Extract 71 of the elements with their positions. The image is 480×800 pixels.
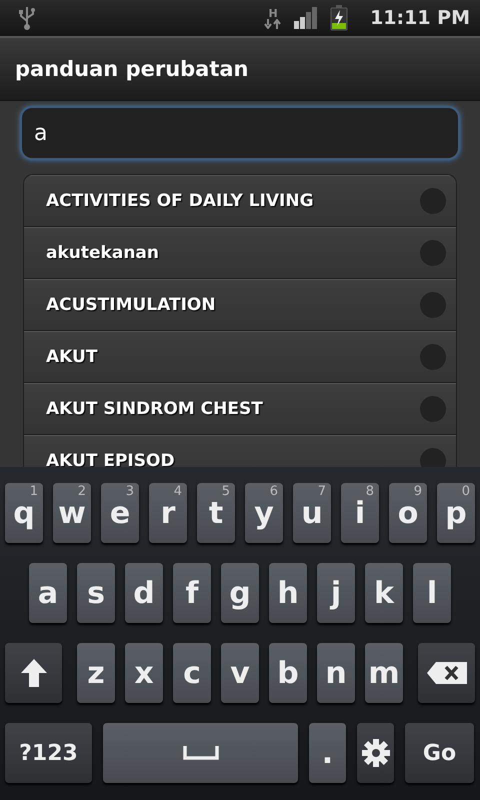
keyboard-key[interactable]: .: [309, 723, 346, 783]
result-label: ACTIVITIES OF DAILY LIVING: [46, 191, 315, 211]
symbols-key[interactable]: ?123: [5, 723, 92, 783]
keyboard-key[interactable]: i 8: [341, 483, 379, 543]
key-hint: 3: [126, 485, 134, 498]
result-label: akutekanan: [46, 243, 160, 263]
key-hint: 6: [270, 485, 278, 498]
space-bar-icon: [182, 746, 218, 760]
key-hint: 0: [462, 485, 470, 498]
app-title: panduan perubatan: [15, 57, 249, 81]
key-hint: 4: [174, 485, 182, 498]
result-label: ACUSTIMULATION: [46, 295, 217, 315]
keyboard-key[interactable]: p 0: [437, 483, 475, 543]
signal-icon: [294, 7, 318, 29]
radio-button[interactable]: [420, 240, 446, 266]
keyboard-key[interactable]: y 6: [245, 483, 283, 543]
result-item[interactable]: AKUT EPISOD: [24, 435, 456, 467]
keyboard-key[interactable]: n: [317, 643, 355, 703]
keyboard-key[interactable]: o 9: [389, 483, 427, 543]
search-field[interactable]: a: [22, 108, 458, 158]
radio-button[interactable]: [420, 344, 446, 370]
key-hint: 7: [318, 485, 326, 498]
battery-charging-icon: [330, 5, 348, 31]
keyboard-key[interactable]: g: [221, 563, 259, 623]
shift-key[interactable]: [5, 643, 62, 703]
go-key[interactable]: Go: [405, 723, 474, 783]
keyboard-key[interactable]: e 3: [101, 483, 139, 543]
keyboard-key[interactable]: a: [29, 563, 67, 623]
result-item[interactable]: akutekanan: [24, 227, 456, 279]
keyboard-key[interactable]: w 2: [53, 483, 91, 543]
keyboard-key[interactable]: l: [413, 563, 451, 623]
keyboard-key[interactable]: x: [125, 643, 163, 703]
keyboard-key[interactable]: b: [269, 643, 307, 703]
usb-icon: [18, 5, 36, 31]
backspace-key[interactable]: [418, 643, 475, 703]
keyboard-key[interactable]: k: [365, 563, 403, 623]
up-arrow-icon: [20, 658, 48, 688]
keyboard-key[interactable]: d: [125, 563, 163, 623]
keyboard-key[interactable]: m: [365, 643, 403, 703]
keyboard-key[interactable]: s: [77, 563, 115, 623]
clock-time: 11:11 PM: [370, 7, 470, 29]
result-label: AKUT: [46, 347, 98, 367]
key-hint: 5: [222, 485, 230, 498]
keyboard-key[interactable]: q 1: [5, 483, 43, 543]
keyboard-key[interactable]: f: [173, 563, 211, 623]
radio-button[interactable]: [420, 292, 446, 318]
result-item[interactable]: AKUT: [24, 331, 456, 383]
radio-button[interactable]: [420, 188, 446, 214]
keyboard-key[interactable]: j: [317, 563, 355, 623]
radio-button[interactable]: [420, 448, 446, 467]
keyboard-key[interactable]: z: [77, 643, 115, 703]
result-label: AKUT SINDROM CHEST: [46, 399, 264, 419]
keyboard-key[interactable]: v: [221, 643, 259, 703]
radio-button[interactable]: [420, 396, 446, 422]
keyboard-key[interactable]: r 4: [149, 483, 187, 543]
result-label: AKUT EPISOD: [46, 451, 176, 467]
backspace-icon: [426, 661, 468, 685]
result-item[interactable]: AKUT SINDROM CHEST: [24, 383, 456, 435]
key-hint: 8: [366, 485, 374, 498]
key-hint: 2: [78, 485, 86, 498]
key-hint: 9: [414, 485, 422, 498]
result-item[interactable]: ACUSTIMULATION: [24, 279, 456, 331]
keyboard-key[interactable]: c: [173, 643, 211, 703]
key-hint: 1: [30, 485, 38, 498]
keyboard-key[interactable]: t 5: [197, 483, 235, 543]
space-key[interactable]: [103, 723, 298, 783]
result-item[interactable]: ACTIVITIES OF DAILY LIVING: [24, 175, 456, 227]
keyboard-key[interactable]: u 7: [293, 483, 331, 543]
settings-key[interactable]: [357, 723, 394, 783]
keyboard-key[interactable]: h: [269, 563, 307, 623]
settings-icon: [362, 739, 390, 767]
